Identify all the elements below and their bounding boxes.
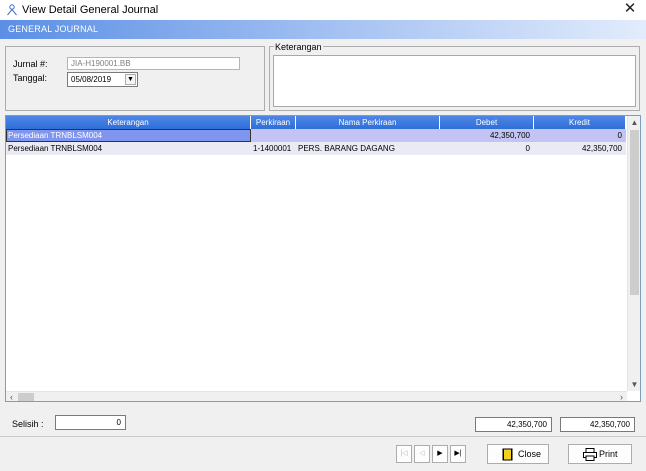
cell-debet[interactable]: 0: [440, 142, 534, 155]
cell-kredit[interactable]: 0: [534, 129, 626, 142]
cell-perkiraan[interactable]: 1-1400001: [251, 142, 296, 155]
close-button[interactable]: Close: [487, 444, 549, 464]
horizontal-scroll-thumb[interactable]: [18, 393, 34, 401]
chevron-down-icon[interactable]: ▼: [125, 74, 136, 85]
section-header-label: GENERAL JOURNAL: [8, 24, 99, 34]
jurnal-label: Jurnal #:: [13, 59, 48, 69]
tanggal-value: 05/08/2019: [71, 75, 112, 84]
last-record-button[interactable]: ▶|: [450, 445, 466, 463]
cell-nama-perkiraan[interactable]: PERS. BARANG DAGANG: [296, 142, 440, 155]
jurnal-number-field[interactable]: JIA-H190001.BB: [67, 57, 240, 70]
cell-perkiraan[interactable]: [251, 129, 296, 142]
close-button-label: Close: [518, 449, 542, 459]
vertical-scrollbar[interactable]: ▲ ▼: [627, 116, 640, 391]
print-button[interactable]: Print: [568, 444, 632, 464]
scroll-right-icon[interactable]: ›: [616, 392, 627, 401]
printer-icon: [583, 448, 597, 461]
column-header-keterangan[interactable]: Keterangan: [6, 116, 251, 129]
window-close-icon[interactable]: ✕: [622, 1, 638, 17]
main-panel: Jurnal #: JIA-H190001.BB Tanggal: 05/08/…: [0, 39, 646, 471]
table-row[interactable]: Persediaan TRNBLSM004 1-1400001 PERS. BA…: [6, 142, 626, 155]
scroll-left-icon[interactable]: ‹: [6, 392, 17, 401]
app-icon: [7, 4, 17, 16]
selisih-label: Selisih :: [12, 419, 44, 429]
tanggal-label: Tanggal:: [13, 73, 48, 83]
title-bar: View Detail General Journal ✕: [0, 0, 646, 20]
keterangan-group-label: Keterangan: [274, 42, 323, 52]
total-kredit-field: 42,350,700: [560, 417, 635, 432]
summary-bar: Selisih : 0 42,350,700 42,350,700: [0, 406, 646, 436]
horizontal-scrollbar[interactable]: ‹ ›: [6, 391, 627, 401]
column-header-debet[interactable]: Debet: [440, 116, 534, 129]
next-record-button[interactable]: ▶: [432, 445, 448, 463]
tanggal-date-picker[interactable]: 05/08/2019 ▼: [67, 72, 138, 87]
table-row[interactable]: Persediaan TRNBLSM004 42,350,700 0: [6, 129, 626, 142]
keterangan-group: Keterangan: [269, 42, 640, 111]
column-header-nama-perkiraan[interactable]: Nama Perkiraan: [296, 116, 440, 129]
column-header-kredit[interactable]: Kredit: [534, 116, 626, 129]
door-exit-icon: [502, 448, 513, 461]
window-title: View Detail General Journal: [22, 4, 159, 16]
total-debet-field: 42,350,700: [475, 417, 552, 432]
cell-kredit[interactable]: 42,350,700: [534, 142, 626, 155]
divider: [0, 436, 646, 437]
cell-keterangan[interactable]: Persediaan TRNBLSM004: [6, 129, 251, 142]
section-header: GENERAL JOURNAL: [0, 20, 646, 39]
first-record-button[interactable]: |◁: [396, 445, 412, 463]
keterangan-memo[interactable]: [273, 55, 636, 107]
cell-nama-perkiraan[interactable]: [296, 129, 440, 142]
column-header-perkiraan[interactable]: Perkiraan: [251, 116, 296, 129]
vertical-scroll-thumb[interactable]: [630, 130, 639, 295]
print-button-label: Print: [599, 449, 618, 459]
prev-record-button[interactable]: ◁: [414, 445, 430, 463]
scroll-down-icon[interactable]: ▼: [628, 378, 640, 391]
scroll-up-icon[interactable]: ▲: [628, 116, 640, 129]
journal-info-group: Jurnal #: JIA-H190001.BB Tanggal: 05/08/…: [5, 46, 265, 111]
cell-keterangan[interactable]: Persediaan TRNBLSM004: [6, 142, 251, 155]
selisih-field: 0: [55, 415, 126, 430]
journal-grid[interactable]: Keterangan Perkiraan Nama Perkiraan Debe…: [5, 115, 641, 402]
grid-header: Keterangan Perkiraan Nama Perkiraan Debe…: [6, 116, 626, 129]
cell-debet[interactable]: 42,350,700: [440, 129, 534, 142]
